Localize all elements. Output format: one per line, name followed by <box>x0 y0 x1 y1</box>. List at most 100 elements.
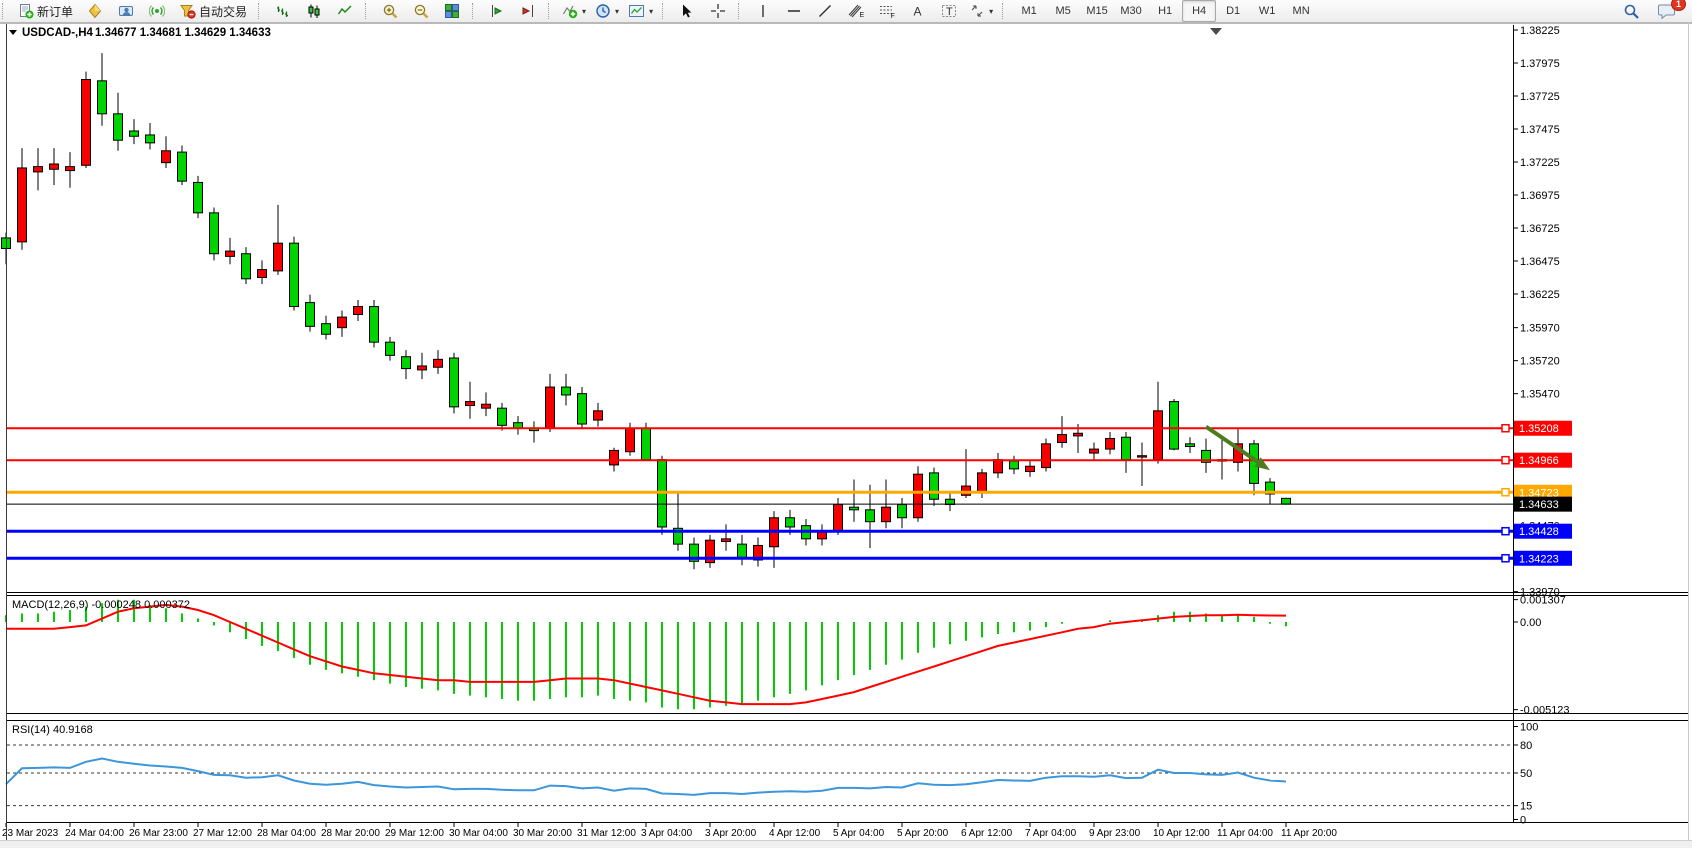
price-badge-label: 1.34428 <box>1519 526 1559 538</box>
price-badge-label: 1.35208 <box>1519 423 1559 435</box>
arrows-button[interactable]: ▾ <box>965 0 997 22</box>
level-line-handle <box>1502 528 1509 535</box>
timeframe-button-w1[interactable]: W1 <box>1250 0 1284 22</box>
virtual-hosting-button[interactable] <box>111 0 141 22</box>
chat-button[interactable]: 1 <box>1652 0 1682 22</box>
new-order-label: 新订单 <box>37 3 73 20</box>
date-tick-label: 31 Mar 12:00 <box>577 828 636 839</box>
timeframe-button-m30[interactable]: M30 <box>1114 0 1148 22</box>
svg-text:T: T <box>946 6 953 18</box>
date-tick-label: 4 Apr 12:00 <box>769 828 821 839</box>
date-tick-label: 6 Apr 12:00 <box>961 828 1013 839</box>
chevron-down-icon: ▾ <box>649 7 653 16</box>
svg-text:A: A <box>914 5 922 19</box>
chart-canvas[interactable]: USDCAD-,H41.34677 1.34681 1.34629 1.3463… <box>0 23 1692 848</box>
timeframe-button-d1[interactable]: D1 <box>1216 0 1250 22</box>
rsi-tick-label: 100 <box>1520 722 1538 734</box>
equidistant-channel-icon: E <box>847 3 865 19</box>
auto-scroll-button[interactable] <box>482 0 512 22</box>
equidistant-channel-button[interactable]: E <box>841 0 871 22</box>
line-chart-icon <box>337 3 353 19</box>
rsi-tick-label: 50 <box>1520 768 1532 780</box>
crosshair-button[interactable] <box>703 0 733 22</box>
new-order-button[interactable]: 新订单 <box>12 0 79 22</box>
date-tick-label: 5 Apr 20:00 <box>897 828 949 839</box>
text-button[interactable]: A <box>903 0 933 22</box>
toolbar-grip <box>258 3 264 19</box>
autotrade-button[interactable]: 自动交易 <box>173 0 253 22</box>
toolbar-grip <box>472 3 478 19</box>
macd-tick-label: 0.001307 <box>1520 595 1566 607</box>
price-tick-label: 1.35970 <box>1520 323 1560 335</box>
zoom-out-icon <box>413 3 430 19</box>
arrows-icon <box>969 3 985 19</box>
candlestick-chart-button[interactable] <box>299 0 329 22</box>
zoom-out-button[interactable] <box>406 0 436 22</box>
zoom-in-button[interactable] <box>375 0 405 22</box>
horizontal-line-button[interactable] <box>779 0 809 22</box>
chart-title: USDCAD-,H4 <box>22 27 94 39</box>
bar-chart-button[interactable] <box>268 0 298 22</box>
price-tick-label: 1.36225 <box>1520 289 1560 301</box>
date-tick-label: 3 Apr 20:00 <box>705 828 757 839</box>
chevron-down-icon: ▾ <box>989 7 993 16</box>
timeframe-button-m5[interactable]: M5 <box>1046 0 1080 22</box>
hosting-icon <box>118 3 135 19</box>
chart-shift-button[interactable] <box>513 0 543 22</box>
price-badge-label: 1.34966 <box>1519 455 1559 467</box>
toolbar-grip <box>548 3 554 19</box>
vertical-line-icon <box>756 3 770 19</box>
timeframe-button-m15[interactable]: M15 <box>1080 0 1114 22</box>
toolbar-grip <box>365 3 371 19</box>
price-tick-label: 1.37225 <box>1520 157 1560 169</box>
timeframe-button-m1[interactable]: M1 <box>1012 0 1046 22</box>
market-icon <box>87 3 103 19</box>
cursor-button[interactable] <box>672 0 702 22</box>
level-line-handle <box>1502 457 1509 464</box>
market-button[interactable] <box>80 0 110 22</box>
indicators-button[interactable]: ▾ <box>558 0 590 22</box>
zoom-in-icon <box>382 3 399 19</box>
autotrade-label: 自动交易 <box>199 3 247 20</box>
date-tick-label: 7 Apr 04:00 <box>1025 828 1077 839</box>
toolbar-grip <box>738 3 744 19</box>
new-order-icon <box>18 3 34 19</box>
chevron-down-icon: ▾ <box>582 7 586 16</box>
date-tick-label: 30 Mar 20:00 <box>513 828 572 839</box>
vertical-line-button[interactable] <box>748 0 778 22</box>
timeframe-button-h4[interactable]: H4 <box>1182 0 1216 22</box>
macd-label: MACD(12,26,9) -0.000248 0.000372 <box>12 599 190 611</box>
chart-window[interactable]: USDCAD-,H41.34677 1.34681 1.34629 1.3463… <box>0 23 1692 848</box>
trendline-button[interactable] <box>810 0 840 22</box>
autotrade-icon <box>179 3 196 19</box>
cursor-icon <box>679 3 695 19</box>
fibonacci-button[interactable]: F <box>872 0 902 22</box>
timeframe-button-h1[interactable]: H1 <box>1148 0 1182 22</box>
search-button[interactable] <box>1616 0 1646 22</box>
text-label-icon: T <box>941 3 958 19</box>
trendline-icon <box>817 3 833 19</box>
toolbar-grip <box>662 3 668 19</box>
search-icon <box>1623 3 1640 20</box>
periods-button[interactable]: ▾ <box>591 0 623 22</box>
price-tick-label: 1.36475 <box>1520 256 1560 268</box>
date-tick-label: 5 Apr 04:00 <box>833 828 885 839</box>
horizontal-line-icon <box>786 3 802 19</box>
rsi-label: RSI(14) 40.9168 <box>12 724 93 736</box>
templates-button[interactable]: ▾ <box>624 0 657 22</box>
tile-windows-button[interactable] <box>437 0 467 22</box>
line-chart-button[interactable] <box>330 0 360 22</box>
date-tick-label: 28 Mar 04:00 <box>257 828 316 839</box>
price-tick-label: 1.35470 <box>1520 389 1560 401</box>
chart-ohlc-values: 1.34677 1.34681 1.34629 1.34633 <box>95 27 271 39</box>
date-tick-label: 10 Apr 12:00 <box>1153 828 1210 839</box>
level-line-handle <box>1502 555 1509 562</box>
signals-button[interactable] <box>142 0 172 22</box>
candlestick-chart-icon <box>306 3 322 19</box>
date-tick-label: 9 Apr 23:00 <box>1089 828 1141 839</box>
main-toolbar: 新订单 <box>0 0 1692 23</box>
text-label-button[interactable]: T <box>934 0 964 22</box>
crosshair-icon <box>710 3 726 19</box>
price-tick-label: 1.37975 <box>1520 58 1560 70</box>
timeframe-button-mn[interactable]: MN <box>1284 0 1318 22</box>
